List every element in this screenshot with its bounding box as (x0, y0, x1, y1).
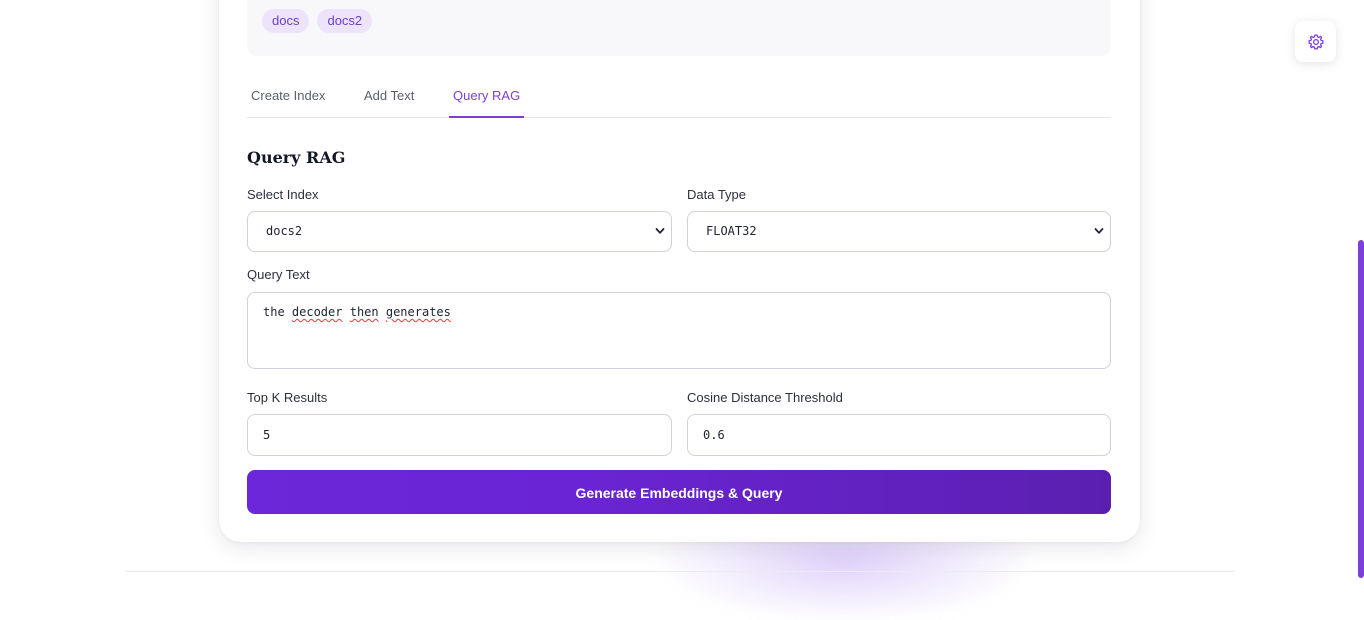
top-k-input[interactable]: 5 (247, 414, 672, 456)
section-title: Query RAG (247, 148, 346, 167)
query-text-misspelled-word: generates (385, 305, 451, 319)
query-text-part (342, 305, 349, 319)
index-tag-docs2[interactable]: docs2 (317, 9, 373, 33)
tab-create-index[interactable]: Create Index (247, 85, 329, 118)
data-type-dropdown[interactable]: FLOAT32 (687, 211, 1111, 252)
data-type-value: FLOAT32 (706, 224, 757, 238)
page-scrollbar[interactable] (1358, 240, 1364, 578)
chevron-down-icon (1094, 228, 1104, 234)
index-tag-panel: docs docs2 (247, 0, 1111, 56)
data-type-label: Data Type (687, 187, 747, 202)
query-text-misspelled-word: then (349, 305, 379, 319)
generate-query-button[interactable]: Generate Embeddings & Query (247, 470, 1111, 514)
query-text-area[interactable]: the decoder then generates (247, 292, 1111, 369)
query-text-part: the (263, 305, 292, 319)
footer-divider (125, 571, 1235, 572)
chevron-down-icon (655, 228, 665, 234)
tab-query-rag[interactable]: Query RAG (449, 85, 525, 118)
select-index-dropdown[interactable]: docs2 (247, 211, 672, 252)
settings-button[interactable] (1295, 21, 1336, 62)
main-card: docs docs2 Create Index Add Text Query R… (219, 0, 1140, 542)
query-text-part (379, 305, 386, 319)
select-index-value: docs2 (266, 224, 303, 238)
index-tag-list: docs docs2 (262, 9, 373, 33)
query-text-misspelled-word: decoder (291, 305, 343, 319)
select-index-label: Select Index (247, 187, 319, 202)
threshold-label: Cosine Distance Threshold (687, 390, 843, 405)
tab-add-text[interactable]: Add Text (360, 85, 418, 118)
tab-bar: Create Index Add Text Query RAG (247, 85, 1111, 118)
gear-icon (1307, 33, 1324, 50)
threshold-input[interactable]: 0.6 (687, 414, 1111, 456)
top-k-label: Top K Results (247, 390, 328, 405)
index-tag-docs[interactable]: docs (262, 9, 310, 33)
query-text-label: Query Text (247, 267, 310, 282)
